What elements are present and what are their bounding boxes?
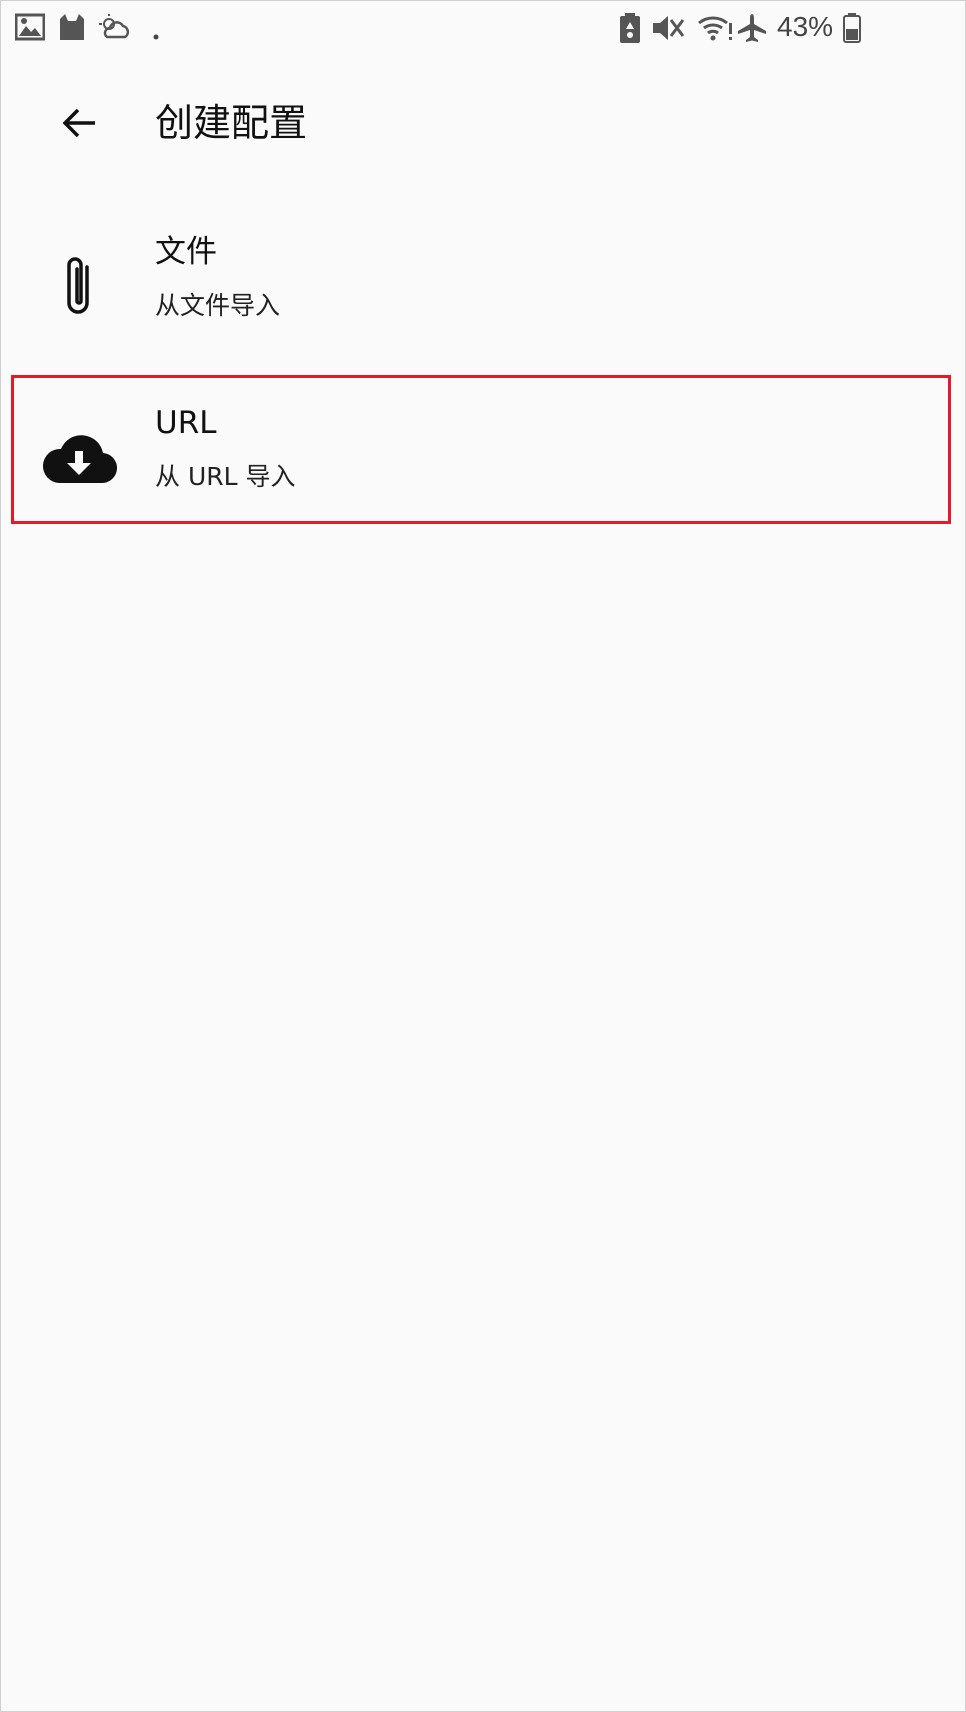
option-url-row[interactable]: URL 从 URL 导入 — [1, 387, 965, 537]
cloud-download-icon — [39, 419, 119, 499]
dot-icon — [153, 25, 159, 44]
option-subtitle: 从文件导入 — [155, 291, 281, 320]
cat-icon — [57, 13, 87, 45]
weather-icon — [97, 13, 133, 45]
gallery-icon — [14, 13, 46, 45]
screen: 43% 创建配置 文件 从文件导入 URL 从 URL 导入 — [0, 0, 966, 1712]
paperclip-icon — [39, 248, 119, 328]
app-bar: 创建配置 — [1, 59, 965, 189]
option-subtitle: 从 URL 导入 — [155, 462, 296, 491]
page-title: 创建配置 — [155, 101, 308, 145]
battery-percent: 43% — [777, 11, 834, 42]
status-bar: 43% — [1, 1, 965, 59]
wifi-icon — [697, 13, 733, 47]
option-title: 文件 — [155, 234, 217, 270]
mute-icon — [651, 13, 685, 47]
option-file-row[interactable]: 文件 从文件导入 — [1, 216, 965, 366]
battery-saver-icon — [619, 13, 641, 47]
arrow-back-icon — [61, 107, 97, 143]
airplane-icon — [737, 13, 767, 47]
back-button[interactable] — [51, 97, 107, 153]
battery-icon — [843, 13, 861, 47]
option-title: URL — [155, 405, 217, 441]
